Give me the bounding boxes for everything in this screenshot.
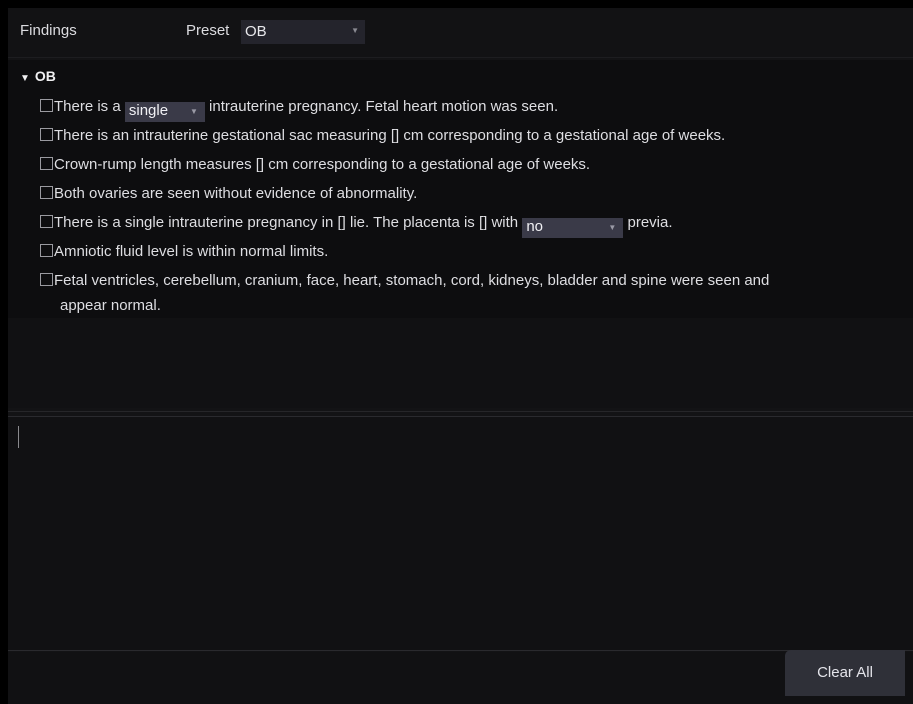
finding-text: Both ovaries are seen without evidence o… — [54, 185, 418, 202]
divider — [8, 411, 913, 412]
previa-value: no — [526, 218, 543, 235]
findings-list: ▼ OB There is a single ▼ intrauterine preg… — [8, 60, 913, 318]
finding-text-continuation: appear normal. — [60, 297, 161, 314]
finding-checkbox[interactable] — [40, 99, 53, 112]
group-name: OB — [34, 68, 56, 84]
finding-text: Fetal ventricles, cerebellum, cranium, f… — [54, 272, 770, 289]
preset-select-value: OB — [245, 23, 267, 40]
finding-checkbox[interactable] — [40, 157, 53, 170]
finding-checkbox[interactable] — [40, 186, 53, 199]
footer-bar — [8, 652, 913, 704]
finding-item: Fetal ventricles, cerebellum, cranium, f… — [40, 272, 769, 289]
finding-text: There is an intrauterine gestational sac… — [54, 127, 726, 144]
finding-text: There is a single intrauterine pregnancy… — [54, 214, 523, 231]
pregnancy-count-value: single — [128, 102, 169, 119]
finding-item: Crown-rump length measures [] cm corresp… — [40, 156, 590, 173]
finding-text: Crown-rump length measures [] cm corresp… — [54, 156, 591, 173]
preset-select[interactable]: OB ▼ — [241, 20, 365, 44]
report-text-area[interactable] — [8, 416, 913, 651]
pregnancy-count-select[interactable]: single ▼ — [124, 102, 205, 122]
finding-checkbox[interactable] — [40, 273, 53, 286]
previa-select[interactable]: no ▼ — [522, 218, 624, 238]
finding-checkbox[interactable] — [40, 128, 53, 141]
finding-checkbox[interactable] — [40, 215, 53, 228]
finding-checkbox[interactable] — [40, 244, 53, 257]
chevron-down-icon: ▼ — [189, 107, 198, 116]
spacer-area — [8, 318, 913, 408]
preset-label: Preset — [186, 22, 230, 39]
findings-title: Findings — [20, 22, 77, 39]
findings-header: Findings Preset OB ▼ — [8, 8, 913, 58]
finding-text: intrauterine pregnancy. Fetal heart moti… — [204, 98, 559, 115]
chevron-down-icon: ▼ — [608, 223, 617, 232]
chevron-down-icon: ▼ — [351, 26, 359, 35]
finding-item: There is a single ▼ intrauterine pregnanc… — [40, 98, 558, 122]
finding-item: Both ovaries are seen without evidence o… — [40, 185, 417, 202]
finding-item: There is a single intrauterine pregnancy… — [40, 214, 673, 238]
finding-text: previa. — [623, 214, 673, 231]
finding-item: There is an intrauterine gestational sac… — [40, 127, 725, 144]
text-cursor — [18, 426, 19, 448]
finding-text: There is a — [54, 98, 125, 115]
finding-text: Amniotic fluid level is within normal li… — [54, 243, 329, 260]
findings-panel: Findings Preset OB ▼ ▼ OB There is a sing… — [8, 8, 913, 704]
group-toggle-ob[interactable]: ▼ OB — [20, 68, 56, 84]
finding-item: Amniotic fluid level is within normal li… — [40, 243, 328, 260]
clear-all-button[interactable]: Clear All — [785, 650, 905, 696]
caret-down-icon: ▼ — [20, 73, 30, 84]
